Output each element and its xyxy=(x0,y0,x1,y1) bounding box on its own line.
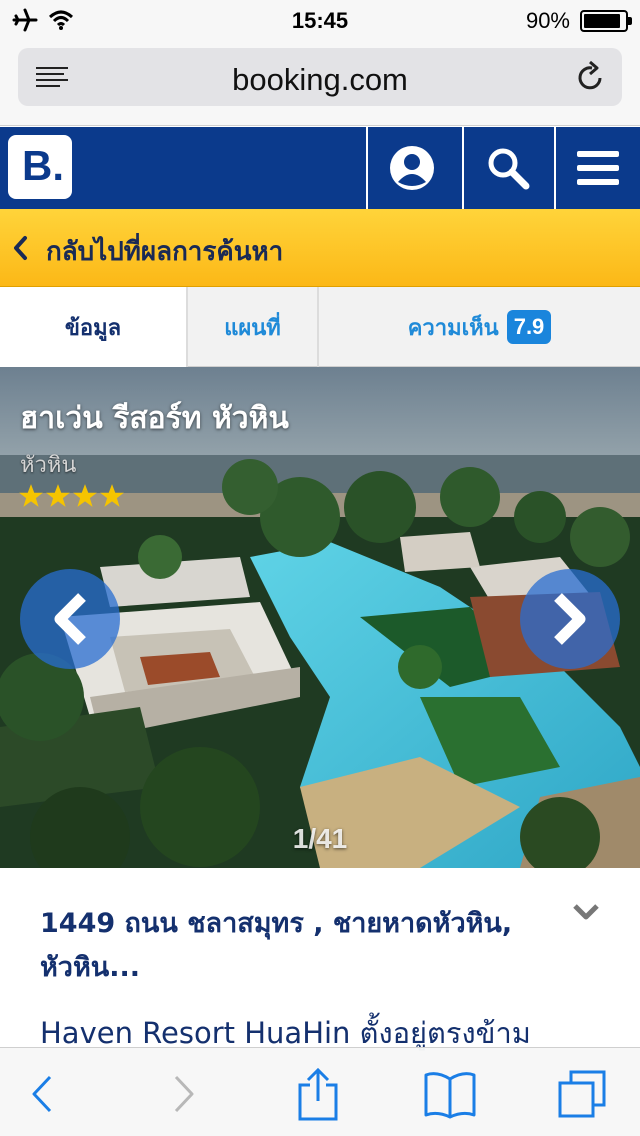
book-icon xyxy=(424,1072,476,1119)
tabs-button[interactable] xyxy=(552,1066,612,1122)
search-icon xyxy=(488,148,530,190)
address-bar[interactable]: booking.com xyxy=(18,48,622,106)
hotel-photo-gallery[interactable]: ฮาเว่น รีสอร์ท หัวหิน หัวหิน 1/41 xyxy=(0,367,640,868)
browser-toolbar xyxy=(0,1047,640,1136)
account-button[interactable] xyxy=(366,127,456,209)
url-text[interactable]: booking.com xyxy=(18,62,622,98)
star-rating xyxy=(18,483,125,509)
site-header: B. xyxy=(0,127,640,209)
menu-button[interactable] xyxy=(554,127,640,209)
forward-arrow-icon xyxy=(174,1075,194,1113)
tab-info[interactable]: ข้อมูล xyxy=(0,287,186,367)
photo-counter: 1/41 xyxy=(292,823,348,854)
hotel-city: หัวหิน xyxy=(20,453,77,478)
tab-map[interactable]: แผนที่ xyxy=(186,287,317,367)
back-to-results[interactable]: กลับไปที่ผลการค้นหา xyxy=(0,209,640,287)
battery-percent: 90% xyxy=(525,8,570,33)
tabs-icon xyxy=(558,1070,606,1118)
hotel-tabs: ข้อมูล แผนที่ ความเห็น 7.9 xyxy=(0,287,640,367)
browser-forward-button[interactable] xyxy=(154,1066,214,1122)
star-icon xyxy=(100,484,124,507)
hotel-address: 1449 ถนน ชลาสมุทร , ชายหาดหัวหิน, หัวหิน… xyxy=(40,908,513,983)
star-icon xyxy=(19,484,43,507)
share-button[interactable] xyxy=(288,1066,348,1122)
browser-address-area: booking.com xyxy=(0,40,640,126)
chevron-left-icon xyxy=(54,593,86,645)
status-bar: 15:45 90% xyxy=(0,0,640,40)
star-icon xyxy=(46,484,70,507)
booking-logo[interactable]: B. xyxy=(8,135,72,199)
previous-photo-button[interactable] xyxy=(20,569,120,669)
reload-icon[interactable] xyxy=(576,60,606,92)
tab-reviews[interactable]: ความเห็น 7.9 xyxy=(317,287,640,367)
bookmarks-button[interactable] xyxy=(420,1066,480,1122)
chevron-down-icon[interactable] xyxy=(572,902,600,922)
next-photo-button[interactable] xyxy=(520,569,620,669)
chevron-left-icon xyxy=(14,236,27,260)
share-icon xyxy=(298,1067,338,1121)
battery-icon xyxy=(580,10,632,32)
star-icon xyxy=(73,484,97,507)
browser-back-button[interactable] xyxy=(12,1066,72,1122)
search-button[interactable] xyxy=(462,127,552,209)
review-score-badge: 7.9 xyxy=(506,310,552,344)
user-icon xyxy=(390,146,434,190)
chevron-right-icon xyxy=(554,593,586,645)
hotel-name: ฮาเว่น รีสอร์ท หัวหิน xyxy=(20,401,289,436)
back-label: กลับไปที่ผลการค้นหา xyxy=(46,237,284,267)
hamburger-icon xyxy=(577,151,619,185)
back-arrow-icon xyxy=(32,1075,52,1113)
